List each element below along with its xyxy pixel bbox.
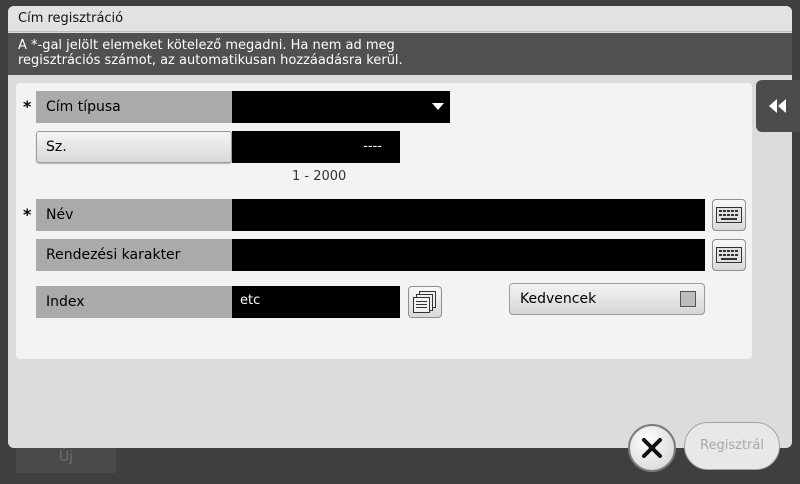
chevron-down-icon: [432, 103, 444, 110]
form-panel: * Cím típusa Sz. ---- 1 - 2000 * Név Ren…: [16, 83, 752, 359]
name-keyboard-button[interactable]: [712, 199, 746, 231]
register-button[interactable]: Regisztrál: [684, 422, 780, 470]
address-type-dropdown[interactable]: [232, 91, 450, 123]
index-field[interactable]: etc: [232, 286, 400, 318]
index-value: etc: [240, 293, 261, 308]
side-panel-toggle[interactable]: [756, 80, 800, 132]
required-marker: *: [23, 205, 32, 224]
name-field[interactable]: [232, 199, 705, 231]
sort-keyboard-button[interactable]: [712, 239, 746, 271]
index-list-button[interactable]: [408, 286, 442, 318]
sort-character-field[interactable]: [232, 239, 705, 271]
name-label: Név: [36, 199, 232, 231]
address-registration-dialog: Cím regisztráció A *-gal jelölt elemeket…: [8, 6, 792, 448]
index-label: Index: [36, 286, 232, 318]
close-icon: [642, 438, 662, 458]
index-list-icon: [413, 291, 436, 313]
number-value: ----: [363, 139, 382, 154]
instruction-line-1: A *-gal jelölt elemeket kötelező megadni…: [18, 38, 395, 53]
instruction-message: A *-gal jelölt elemeket kötelező megadni…: [8, 33, 792, 75]
close-button[interactable]: [628, 424, 676, 472]
favorites-checkbox[interactable]: [680, 291, 696, 307]
number-button[interactable]: Sz.: [36, 131, 232, 163]
double-chevron-left-icon: [769, 99, 786, 113]
favorites-label: Kedvencek: [520, 291, 597, 307]
keyboard-icon: [716, 207, 742, 223]
dialog-title: Cím regisztráció: [8, 6, 792, 32]
number-field[interactable]: ----: [232, 131, 400, 163]
favorites-toggle[interactable]: Kedvencek: [509, 283, 705, 315]
sort-character-label: Rendezési karakter: [36, 239, 232, 271]
keyboard-icon: [716, 247, 742, 263]
instruction-line-2: regisztrációs számot, az automatikusan h…: [18, 53, 403, 68]
address-type-label: Cím típusa: [36, 91, 232, 123]
number-range-hint: 1 - 2000: [292, 169, 347, 184]
required-marker: *: [23, 97, 32, 116]
